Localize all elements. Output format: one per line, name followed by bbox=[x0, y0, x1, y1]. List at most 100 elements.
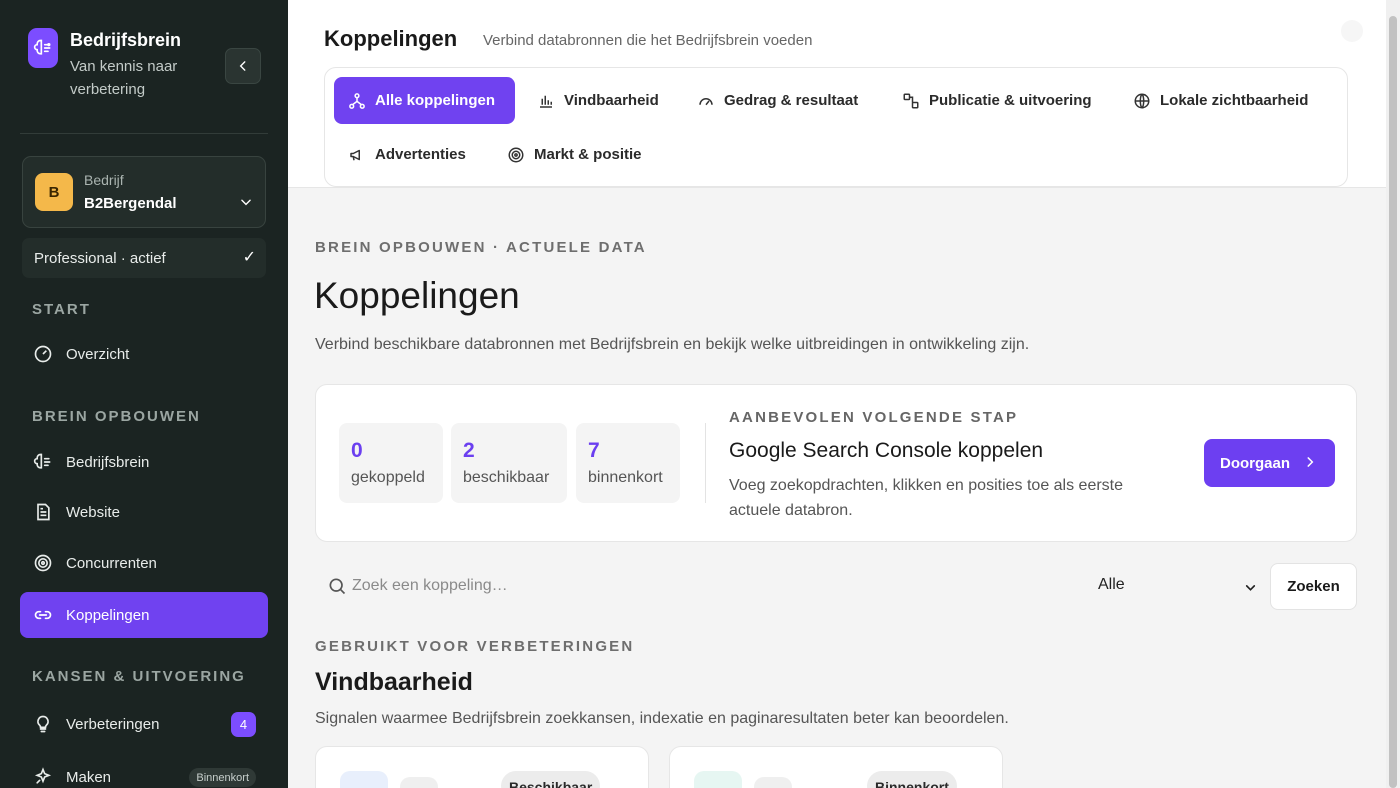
tab-label: Alle koppelingen bbox=[375, 92, 496, 109]
tab-label: Advertenties bbox=[375, 146, 466, 163]
header-title: Koppelingen bbox=[324, 26, 458, 51]
continue-button-label: Doorgaan bbox=[1220, 454, 1291, 472]
sidebar: Bedrijfsbrein Van kennis naar verbeterin… bbox=[0, 0, 288, 788]
header-avatar[interactable] bbox=[1341, 20, 1363, 42]
tab-label: Markt & positie bbox=[534, 146, 642, 163]
recommendation-description: Voeg zoekopdrachten, klikken en posities… bbox=[729, 477, 1124, 519]
soon-badge: Binnenkort bbox=[189, 768, 256, 787]
stat-label: gekoppeld bbox=[351, 469, 425, 486]
sidebar-divider bbox=[20, 133, 268, 134]
brain-icon bbox=[33, 452, 53, 472]
sidebar-item-bedrijfsbrein[interactable]: Bedrijfsbrein bbox=[20, 439, 268, 485]
filter-value: Alle bbox=[1098, 576, 1125, 593]
section-kansen: KANSEN & UITVOERING bbox=[32, 668, 246, 685]
company-name: B2Bergendal bbox=[84, 195, 177, 212]
count-badge: 4 bbox=[231, 712, 256, 737]
tab-lokale-zichtbaarheid[interactable]: Lokale zichtbaarheid bbox=[1119, 77, 1322, 124]
globe-icon bbox=[1133, 92, 1151, 110]
sidebar-item-label: Verbeteringen bbox=[66, 715, 160, 733]
sidebar-item-maken[interactable]: Maken Binnenkort bbox=[20, 754, 268, 788]
sidebar-item-label: Website bbox=[66, 503, 120, 521]
integration-card[interactable]: Beschikbaar bbox=[315, 746, 649, 788]
recommendation-title: Google Search Console koppelen bbox=[729, 439, 1044, 462]
bar-chart-icon bbox=[537, 92, 555, 110]
header-subtitle: Verbind databronnen die het Bedrijfsbrei… bbox=[483, 32, 813, 49]
search-input[interactable] bbox=[352, 572, 952, 600]
page-description: Verbind beschikbare databronnen met Bedr… bbox=[315, 336, 1030, 353]
sidebar-item-label: Koppelingen bbox=[66, 606, 150, 624]
section-title: Vindbaarheid bbox=[315, 668, 473, 696]
brand: Bedrijfsbrein Van kennis naar verbeterin… bbox=[28, 28, 210, 101]
speedometer-icon bbox=[697, 92, 715, 110]
plan-label: Professional · actief bbox=[34, 249, 166, 267]
workflow-icon bbox=[902, 92, 920, 110]
sidebar-item-overzicht[interactable]: Overzicht bbox=[20, 331, 268, 377]
tab-publicatie-uitvoering[interactable]: Publicatie & uitvoering bbox=[888, 77, 1106, 124]
sparkle-icon bbox=[33, 767, 53, 787]
chevron-left-icon bbox=[239, 61, 246, 71]
tab-vindbaarheid[interactable]: Vindbaarheid bbox=[523, 77, 673, 124]
integration-logo bbox=[340, 771, 388, 788]
company-label: Bedrijf bbox=[84, 172, 124, 188]
stat-value: 0 bbox=[351, 439, 363, 462]
section-brein: BREIN OPBOUWEN bbox=[32, 408, 201, 425]
stat-binnenkort: 7 binnenkort bbox=[576, 423, 680, 503]
integration-logo bbox=[694, 771, 742, 788]
sidebar-item-label: Overzicht bbox=[66, 345, 130, 363]
search-button[interactable]: Zoeken bbox=[1270, 563, 1357, 610]
page-title: Koppelingen bbox=[314, 275, 520, 316]
megaphone-icon bbox=[348, 146, 366, 164]
lightbulb-icon bbox=[33, 714, 53, 734]
summary-card: 0 gekoppeld 2 beschikbaar 7 binnenkort A… bbox=[315, 384, 1357, 542]
document-icon bbox=[33, 502, 53, 522]
summary-divider bbox=[705, 423, 706, 503]
sidebar-item-verbeteringen[interactable]: Verbeteringen 4 bbox=[20, 701, 268, 747]
tab-label: Lokale zichtbaarheid bbox=[1160, 92, 1309, 109]
tab-markt-positie[interactable]: Markt & positie bbox=[493, 131, 656, 178]
integration-card[interactable]: Binnenkort bbox=[669, 746, 1003, 788]
section-description: Signalen waarmee Bedrijfsbrein zoekkanse… bbox=[315, 710, 1009, 727]
scrollbar-thumb[interactable] bbox=[1389, 16, 1397, 788]
section-eyebrow: GEBRUIKT VOOR VERBETERINGEN bbox=[315, 638, 635, 655]
info-icon bbox=[400, 777, 438, 788]
recommendation-eyebrow: AANBEVOLEN VOLGENDE STAP bbox=[729, 409, 1019, 426]
brain-logo-icon bbox=[28, 28, 58, 68]
sidebar-item-website[interactable]: Website bbox=[20, 489, 268, 535]
plan-status[interactable]: Professional · actief ✓ bbox=[22, 238, 266, 278]
sidebar-item-label: Maken bbox=[66, 768, 112, 786]
search-button-label: Zoeken bbox=[1287, 578, 1340, 595]
stat-label: binnenkort bbox=[588, 469, 663, 486]
company-switcher[interactable]: B Bedrijf B2Bergendal bbox=[22, 156, 266, 228]
continue-button[interactable]: Doorgaan bbox=[1204, 439, 1335, 487]
stat-value: 7 bbox=[588, 439, 600, 462]
tab-alle-koppelingen[interactable]: Alle koppelingen bbox=[334, 77, 515, 124]
chevron-right-icon bbox=[1307, 457, 1314, 467]
brand-subtitle: Van kennis naar verbetering bbox=[70, 58, 178, 98]
check-icon: ✓ bbox=[242, 249, 256, 266]
collapse-sidebar-button[interactable] bbox=[225, 48, 261, 84]
category-filter-select[interactable]: Alle bbox=[1098, 576, 1258, 598]
top-header: Koppelingen Verbind databronnen die het … bbox=[288, 0, 1386, 188]
stat-label: beschikbaar bbox=[463, 469, 550, 486]
gauge-icon bbox=[33, 344, 53, 364]
sidebar-item-label: Bedrijfsbrein bbox=[66, 453, 150, 471]
network-icon bbox=[348, 92, 366, 110]
link-icon bbox=[33, 605, 53, 625]
brand-title: Bedrijfsbrein bbox=[70, 30, 182, 50]
tab-gedrag-resultaat[interactable]: Gedrag & resultaat bbox=[683, 77, 872, 124]
status-badge: Binnenkort bbox=[867, 771, 957, 788]
company-avatar: B bbox=[35, 173, 73, 211]
chevron-down-icon bbox=[1245, 585, 1256, 591]
page-eyebrow: BREIN OPBOUWEN · ACTUELE DATA bbox=[315, 239, 647, 256]
page-scrollbar[interactable] bbox=[1386, 0, 1400, 788]
info-icon bbox=[754, 777, 792, 788]
chevron-down-icon bbox=[241, 199, 251, 206]
sidebar-item-koppelingen[interactable]: Koppelingen bbox=[20, 592, 268, 638]
tab-label: Vindbaarheid bbox=[564, 92, 659, 109]
sidebar-item-label: Concurrenten bbox=[66, 554, 157, 572]
tab-label: Gedrag & resultaat bbox=[724, 92, 859, 109]
search-icon bbox=[329, 578, 346, 595]
stat-beschikbaar: 2 beschikbaar bbox=[451, 423, 567, 503]
sidebar-item-concurrenten[interactable]: Concurrenten bbox=[20, 540, 268, 586]
tab-advertenties[interactable]: Advertenties bbox=[334, 131, 480, 178]
